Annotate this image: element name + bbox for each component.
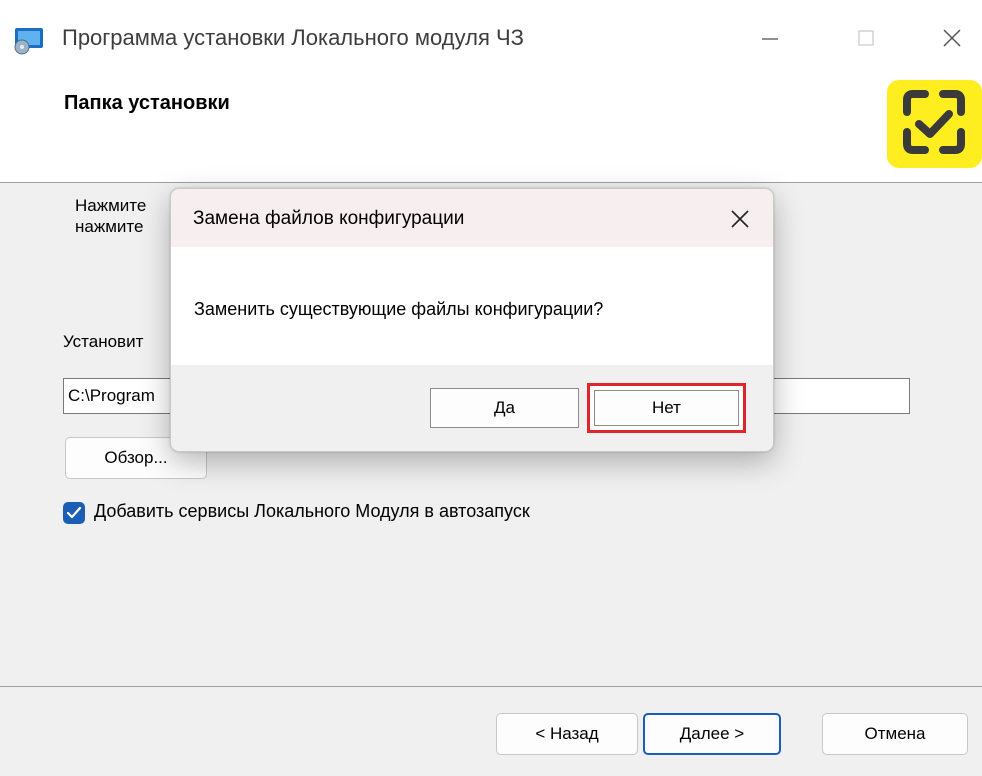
intro-text: Нажмите нажмите [75,196,147,236]
minimize-icon[interactable] [746,18,792,58]
autostart-label: Добавить сервисы Локального Модуля в авт… [94,501,530,521]
close-icon[interactable] [930,18,976,58]
maximize-icon[interactable] [842,18,888,58]
cancel-button[interactable]: Отмена [822,713,968,755]
dialog-close-icon[interactable] [723,203,757,235]
window-title: Программа установки Локального модуля ЧЗ [62,25,524,50]
chestny-znak-logo-icon [887,80,982,168]
back-button[interactable]: < Назад [496,713,638,755]
checkmark-icon [66,506,82,519]
page-title: Папка установки [64,92,230,114]
dialog-message: Заменить существующие файлы конфигурации… [194,299,604,319]
no-button[interactable]: Нет [594,390,739,426]
title-bar: Программа установки Локального модуля ЧЗ [0,0,982,80]
yes-button[interactable]: Да [430,388,579,428]
autostart-checkbox[interactable] [63,502,85,524]
dialog-body: Заменить существующие файлы конфигурации… [171,247,773,365]
dialog-title: Замена файлов конфигурации [193,208,465,229]
replace-config-dialog: Замена файлов конфигурации Заменить суще… [170,188,774,452]
footer-divider [0,686,982,687]
dialog-title-bar: Замена файлов конфигурации [171,189,773,247]
folder-label: Установит [63,332,144,351]
installer-app-icon [14,25,48,55]
next-button[interactable]: Далее > [643,713,781,755]
page-header: Папка установки [0,80,982,183]
no-button-highlight[interactable]: Нет [587,383,746,433]
